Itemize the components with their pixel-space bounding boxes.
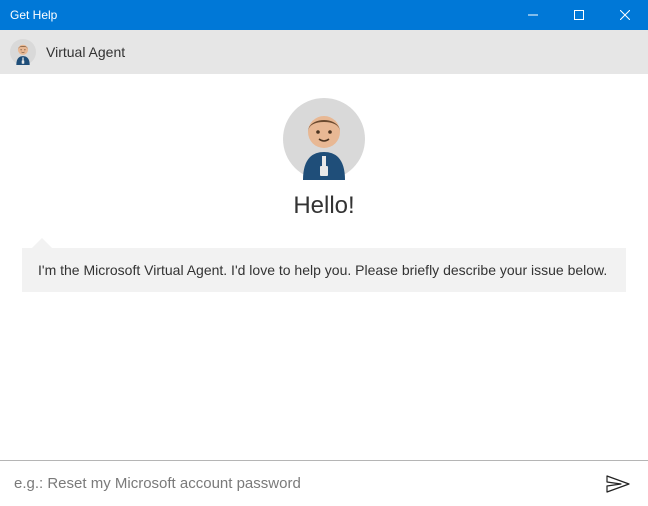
bubble-tail	[32, 238, 52, 248]
message-input[interactable]	[14, 461, 592, 506]
maximize-icon	[574, 10, 584, 20]
window-title: Get Help	[0, 8, 57, 22]
maximize-button[interactable]	[556, 0, 602, 30]
virtual-agent-avatar-large-icon	[283, 98, 365, 180]
greeting-text: Hello!	[293, 192, 354, 220]
send-button[interactable]	[602, 471, 634, 497]
titlebar: Get Help	[0, 0, 648, 30]
input-bar	[0, 460, 648, 506]
minimize-button[interactable]	[510, 0, 556, 30]
close-button[interactable]	[602, 0, 648, 30]
header-bar: Virtual Agent	[0, 30, 648, 74]
chat-message: I'm the Microsoft Virtual Agent. I'd lov…	[22, 248, 626, 292]
chat-content: Hello! I'm the Microsoft Virtual Agent. …	[0, 74, 648, 460]
close-icon	[620, 10, 630, 20]
window-controls	[510, 0, 648, 30]
header-subtitle: Virtual Agent	[46, 44, 125, 60]
send-icon	[606, 475, 630, 493]
virtual-agent-avatar-icon	[10, 39, 36, 65]
chat-area: I'm the Microsoft Virtual Agent. I'd lov…	[0, 248, 648, 292]
minimize-icon	[528, 10, 538, 20]
chat-bubble: I'm the Microsoft Virtual Agent. I'd lov…	[22, 248, 626, 292]
